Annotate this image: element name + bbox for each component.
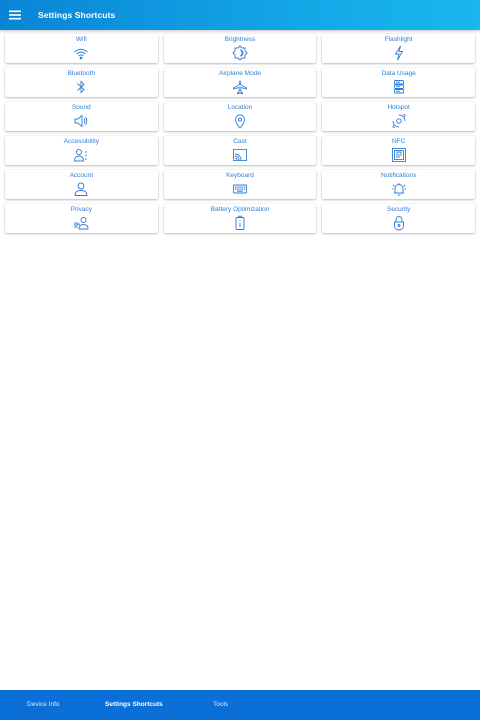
tile-privacy[interactable]: Privacy — [5, 204, 158, 233]
accessibility-icon — [73, 147, 89, 163]
battery-icon — [232, 215, 248, 231]
tile-security[interactable]: Security — [322, 204, 475, 233]
tile-label: Brightness — [224, 36, 256, 43]
data-usage-icon — [391, 79, 407, 95]
flashlight-icon — [391, 45, 407, 61]
speaker-icon — [73, 113, 89, 129]
airplane-icon — [232, 79, 248, 95]
cast-icon — [232, 147, 248, 163]
tile-label: Security — [386, 206, 411, 213]
tile-label: Battery Optimization — [210, 206, 270, 213]
tile-label: Privacy — [70, 206, 92, 213]
tile-location[interactable]: Location — [163, 102, 317, 131]
privacy-icon — [73, 215, 89, 231]
tile-cast[interactable]: Cast — [163, 136, 317, 165]
bottom-navigation: Device Info Settings Shortcuts Tools — [0, 690, 480, 720]
tile-label: Flashlight — [384, 36, 413, 43]
account-icon — [73, 181, 89, 197]
tile-data-usage[interactable]: Data Usage — [322, 68, 475, 97]
tile-wifi[interactable]: Wifi — [5, 34, 158, 63]
tile-hotspot[interactable]: Hotspot — [322, 102, 475, 131]
tab-device-info[interactable]: Device Info — [27, 701, 60, 708]
tile-label: Airplane Mode — [219, 70, 261, 77]
tile-sound[interactable]: Sound — [5, 102, 158, 131]
hamburger-menu-icon[interactable] — [0, 0, 30, 30]
location-pin-icon — [232, 113, 248, 129]
tile-accessibility[interactable]: Accessibility — [5, 136, 158, 165]
tile-bluetooth[interactable]: Bluetooth — [5, 68, 158, 97]
page-title: Settings Shortcuts — [38, 10, 116, 20]
hotspot-icon — [391, 113, 407, 129]
settings-shortcut-grid: Wifi Brightness Flashlight Bluetooth Air… — [5, 34, 475, 233]
brightness-icon — [232, 45, 248, 61]
tab-settings-shortcuts[interactable]: Settings Shortcuts — [105, 701, 163, 708]
keyboard-icon — [232, 181, 248, 197]
notification-bell-icon — [391, 181, 407, 197]
tile-label: Location — [227, 104, 253, 111]
tile-label: Sound — [71, 104, 91, 111]
tile-nfc[interactable]: NFC — [322, 136, 475, 165]
tile-label: Bluetooth — [67, 70, 96, 77]
tile-airplane-mode[interactable]: Airplane Mode — [163, 68, 317, 97]
tile-label: Data Usage — [381, 70, 416, 77]
tile-label: Hotspot — [387, 104, 410, 111]
tile-flashlight[interactable]: Flashlight — [322, 34, 475, 63]
tile-account[interactable]: Account — [5, 170, 158, 199]
tile-label: Cast — [233, 138, 247, 145]
tile-label: NFC — [391, 138, 406, 145]
tile-label: Notifications — [380, 172, 417, 179]
lock-icon — [391, 215, 407, 231]
tile-battery-optimization[interactable]: Battery Optimization — [163, 204, 317, 233]
bluetooth-icon — [73, 79, 89, 95]
tile-label: Keyboard — [226, 172, 254, 179]
tile-notifications[interactable]: Notifications — [322, 170, 475, 199]
nfc-icon — [391, 147, 407, 163]
tab-tools[interactable]: Tools — [213, 701, 228, 708]
tile-label: Account — [69, 172, 94, 179]
wifi-icon — [73, 45, 89, 61]
tile-brightness[interactable]: Brightness — [163, 34, 317, 63]
app-bar: Settings Shortcuts — [0, 0, 480, 30]
tile-keyboard[interactable]: Keyboard — [163, 170, 317, 199]
tile-label: Wifi — [75, 36, 87, 43]
tile-label: Accessibility — [63, 138, 100, 145]
